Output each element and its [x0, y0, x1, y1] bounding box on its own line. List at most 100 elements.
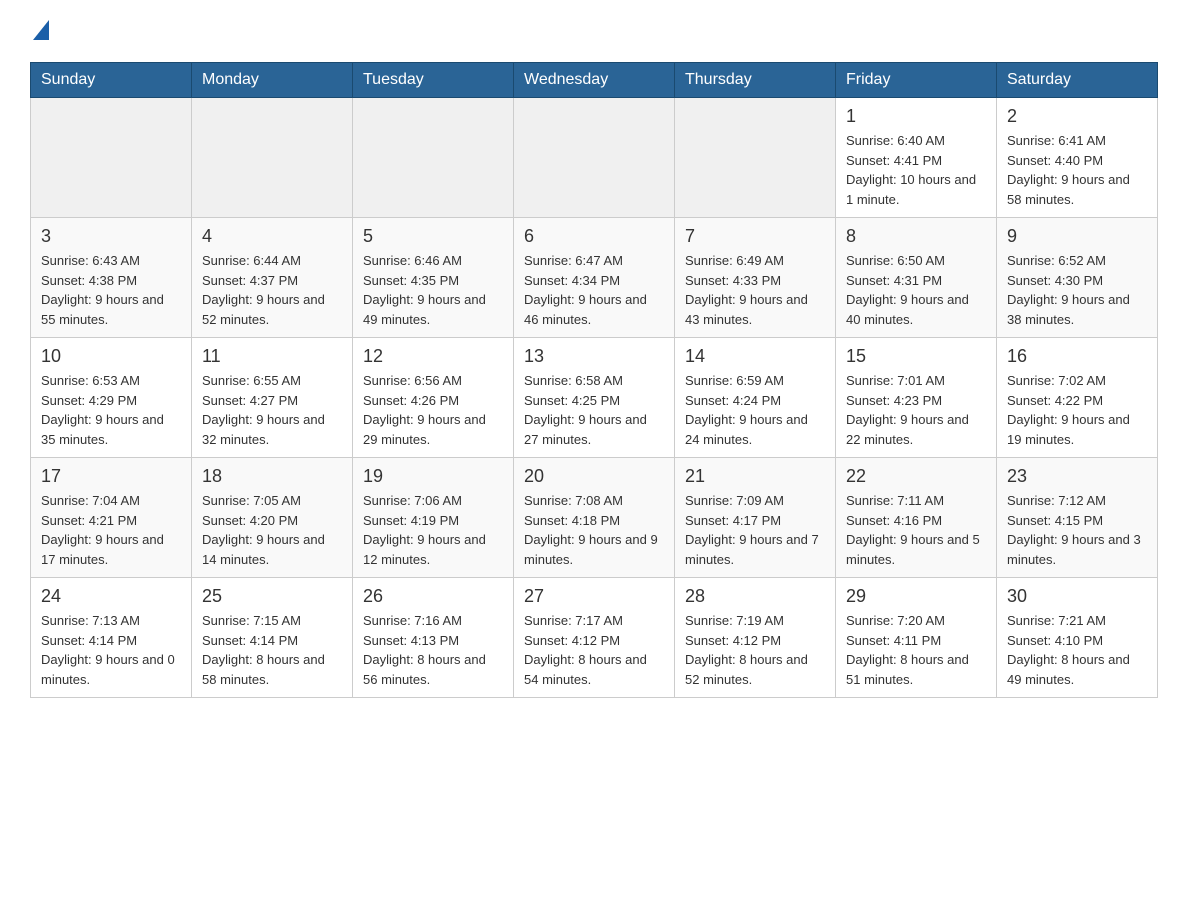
day-number: 25	[202, 586, 342, 607]
calendar-cell: 3 Sunrise: 6:43 AMSunset: 4:38 PMDaylight…	[31, 218, 192, 338]
col-header-tuesday: Tuesday	[353, 63, 514, 98]
day-number: 2	[1007, 106, 1147, 127]
calendar-cell: 1 Sunrise: 6:40 AMSunset: 4:41 PMDaylight…	[836, 98, 997, 218]
day-number: 26	[363, 586, 503, 607]
day-number: 13	[524, 346, 664, 367]
calendar-cell	[192, 98, 353, 218]
calendar-cell: 2 Sunrise: 6:41 AMSunset: 4:40 PMDaylight…	[997, 98, 1158, 218]
day-number: 3	[41, 226, 181, 247]
day-info: Sunrise: 7:01 AMSunset: 4:23 PMDaylight:…	[846, 371, 986, 449]
day-number: 28	[685, 586, 825, 607]
calendar-cell	[514, 98, 675, 218]
calendar-cell: 25 Sunrise: 7:15 AMSunset: 4:14 PMDayligh…	[192, 578, 353, 698]
col-header-wednesday: Wednesday	[514, 63, 675, 98]
day-info: Sunrise: 7:15 AMSunset: 4:14 PMDaylight:…	[202, 611, 342, 689]
day-number: 18	[202, 466, 342, 487]
day-info: Sunrise: 7:05 AMSunset: 4:20 PMDaylight:…	[202, 491, 342, 569]
day-info: Sunrise: 7:08 AMSunset: 4:18 PMDaylight:…	[524, 491, 664, 569]
col-header-saturday: Saturday	[997, 63, 1158, 98]
day-info: Sunrise: 6:56 AMSunset: 4:26 PMDaylight:…	[363, 371, 503, 449]
day-info: Sunrise: 6:43 AMSunset: 4:38 PMDaylight:…	[41, 251, 181, 329]
calendar-cell: 29 Sunrise: 7:20 AMSunset: 4:11 PMDayligh…	[836, 578, 997, 698]
day-number: 21	[685, 466, 825, 487]
day-info: Sunrise: 7:17 AMSunset: 4:12 PMDaylight:…	[524, 611, 664, 689]
calendar-cell: 12 Sunrise: 6:56 AMSunset: 4:26 PMDayligh…	[353, 338, 514, 458]
calendar-table: SundayMondayTuesdayWednesdayThursdayFrid…	[30, 62, 1158, 698]
day-info: Sunrise: 6:58 AMSunset: 4:25 PMDaylight:…	[524, 371, 664, 449]
calendar-cell: 9 Sunrise: 6:52 AMSunset: 4:30 PMDaylight…	[997, 218, 1158, 338]
calendar-cell: 8Sunrise: 6:50 AMSunset: 4:31 PMDaylight…	[836, 218, 997, 338]
day-number: 15	[846, 346, 986, 367]
calendar-cell	[31, 98, 192, 218]
calendar-cell: 27 Sunrise: 7:17 AMSunset: 4:12 PMDayligh…	[514, 578, 675, 698]
col-header-monday: Monday	[192, 63, 353, 98]
calendar-cell: 5 Sunrise: 6:46 AMSunset: 4:35 PMDaylight…	[353, 218, 514, 338]
day-info: Sunrise: 6:59 AMSunset: 4:24 PMDaylight:…	[685, 371, 825, 449]
day-number: 19	[363, 466, 503, 487]
calendar-cell: 14Sunrise: 6:59 AMSunset: 4:24 PMDayligh…	[675, 338, 836, 458]
col-header-sunday: Sunday	[31, 63, 192, 98]
day-number: 22	[846, 466, 986, 487]
day-info: Sunrise: 6:40 AMSunset: 4:41 PMDaylight:…	[846, 131, 986, 209]
day-info: Sunrise: 6:44 AMSunset: 4:37 PMDaylight:…	[202, 251, 342, 329]
day-number: 7	[685, 226, 825, 247]
day-info: Sunrise: 6:41 AMSunset: 4:40 PMDaylight:…	[1007, 131, 1147, 209]
col-header-friday: Friday	[836, 63, 997, 98]
day-number: 29	[846, 586, 986, 607]
calendar-cell	[675, 98, 836, 218]
day-info: Sunrise: 7:19 AMSunset: 4:12 PMDaylight:…	[685, 611, 825, 689]
day-info: Sunrise: 7:09 AMSunset: 4:17 PMDaylight:…	[685, 491, 825, 569]
day-number: 10	[41, 346, 181, 367]
day-info: Sunrise: 6:46 AMSunset: 4:35 PMDaylight:…	[363, 251, 503, 329]
day-info: Sunrise: 7:12 AMSunset: 4:15 PMDaylight:…	[1007, 491, 1147, 569]
day-info: Sunrise: 7:11 AMSunset: 4:16 PMDaylight:…	[846, 491, 986, 569]
day-number: 11	[202, 346, 342, 367]
calendar-cell: 18 Sunrise: 7:05 AMSunset: 4:20 PMDayligh…	[192, 458, 353, 578]
calendar-cell: 19 Sunrise: 7:06 AMSunset: 4:19 PMDayligh…	[353, 458, 514, 578]
calendar-cell: 23 Sunrise: 7:12 AMSunset: 4:15 PMDayligh…	[997, 458, 1158, 578]
day-number: 9	[1007, 226, 1147, 247]
day-number: 24	[41, 586, 181, 607]
day-info: Sunrise: 7:06 AMSunset: 4:19 PMDaylight:…	[363, 491, 503, 569]
calendar-cell: 17 Sunrise: 7:04 AMSunset: 4:21 PMDayligh…	[31, 458, 192, 578]
day-info: Sunrise: 7:13 AMSunset: 4:14 PMDaylight:…	[41, 611, 181, 689]
calendar-cell: 20 Sunrise: 7:08 AMSunset: 4:18 PMDayligh…	[514, 458, 675, 578]
day-number: 1	[846, 106, 986, 127]
day-number: 30	[1007, 586, 1147, 607]
logo	[30, 20, 49, 42]
day-number: 12	[363, 346, 503, 367]
day-number: 16	[1007, 346, 1147, 367]
day-info: Sunrise: 6:49 AMSunset: 4:33 PMDaylight:…	[685, 251, 825, 329]
calendar-cell	[353, 98, 514, 218]
calendar-cell: 28 Sunrise: 7:19 AMSunset: 4:12 PMDayligh…	[675, 578, 836, 698]
calendar-cell: 22 Sunrise: 7:11 AMSunset: 4:16 PMDayligh…	[836, 458, 997, 578]
day-number: 5	[363, 226, 503, 247]
day-number: 4	[202, 226, 342, 247]
day-info: Sunrise: 7:16 AMSunset: 4:13 PMDaylight:…	[363, 611, 503, 689]
day-info: Sunrise: 6:53 AMSunset: 4:29 PMDaylight:…	[41, 371, 181, 449]
col-header-thursday: Thursday	[675, 63, 836, 98]
calendar-cell: 6 Sunrise: 6:47 AMSunset: 4:34 PMDaylight…	[514, 218, 675, 338]
day-number: 17	[41, 466, 181, 487]
day-number: 27	[524, 586, 664, 607]
day-info: Sunrise: 7:20 AMSunset: 4:11 PMDaylight:…	[846, 611, 986, 689]
day-info: Sunrise: 7:02 AMSunset: 4:22 PMDaylight:…	[1007, 371, 1147, 449]
calendar-cell: 30 Sunrise: 7:21 AMSunset: 4:10 PMDayligh…	[997, 578, 1158, 698]
calendar-cell: 16 Sunrise: 7:02 AMSunset: 4:22 PMDayligh…	[997, 338, 1158, 458]
day-info: Sunrise: 6:52 AMSunset: 4:30 PMDaylight:…	[1007, 251, 1147, 329]
day-info: Sunrise: 7:21 AMSunset: 4:10 PMDaylight:…	[1007, 611, 1147, 689]
calendar-cell: 26 Sunrise: 7:16 AMSunset: 4:13 PMDayligh…	[353, 578, 514, 698]
logo-triangle-icon	[33, 20, 49, 40]
calendar-cell: 7 Sunrise: 6:49 AMSunset: 4:33 PMDaylight…	[675, 218, 836, 338]
day-number: 8	[846, 226, 986, 247]
day-number: 20	[524, 466, 664, 487]
day-number: 6	[524, 226, 664, 247]
calendar-cell: 15 Sunrise: 7:01 AMSunset: 4:23 PMDayligh…	[836, 338, 997, 458]
calendar-cell: 4 Sunrise: 6:44 AMSunset: 4:37 PMDaylight…	[192, 218, 353, 338]
day-info: Sunrise: 7:04 AMSunset: 4:21 PMDaylight:…	[41, 491, 181, 569]
calendar-cell: 11 Sunrise: 6:55 AMSunset: 4:27 PMDayligh…	[192, 338, 353, 458]
day-info: Sunrise: 6:55 AMSunset: 4:27 PMDaylight:…	[202, 371, 342, 449]
day-number: 23	[1007, 466, 1147, 487]
calendar-cell: 21 Sunrise: 7:09 AMSunset: 4:17 PMDayligh…	[675, 458, 836, 578]
day-info: Sunrise: 6:47 AMSunset: 4:34 PMDaylight:…	[524, 251, 664, 329]
